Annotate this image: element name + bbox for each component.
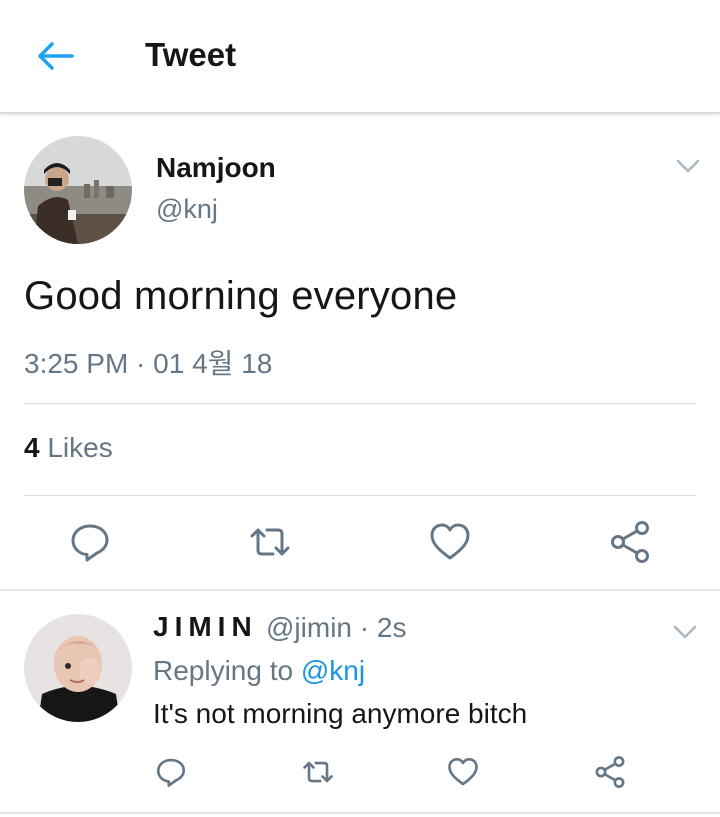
like-icon [430,523,470,560]
replying-to-label: Replying to [153,655,294,686]
reply-meta: @jimin · 2s [266,612,406,644]
likes-count[interactable]: 4 Likes [24,432,113,464]
tweet-text: Good morning everyone [24,274,458,318]
retweet-icon [303,761,333,783]
reply-retweet-button[interactable] [300,754,336,790]
like-button[interactable] [426,518,474,566]
reply-button[interactable] [66,518,114,566]
section-divider [0,589,720,591]
retweet-icon [250,528,290,556]
reply-author-name[interactable]: JIMIN [153,611,258,643]
reply-like-button[interactable] [445,754,481,790]
reply-author-handle[interactable]: @jimin [266,612,352,643]
likes-label: Likes [47,432,113,463]
author-avatar[interactable] [24,136,132,244]
reply-text: It's not morning anymore bitch [153,698,528,729]
chevron-down-icon[interactable] [671,622,699,642]
page-title: Tweet [145,36,237,73]
share-icon [595,756,625,788]
reply-time[interactable]: · 2s [360,612,407,643]
share-icon [611,521,649,563]
reply-author-avatar[interactable] [24,614,132,722]
divider [24,495,696,496]
author-handle[interactable]: @knj [156,194,218,225]
replying-to-mention[interactable]: @knj [301,655,365,686]
retweet-button[interactable] [246,518,294,566]
reply-share-button[interactable] [592,754,628,790]
replying-to: Replying to @knj [153,655,365,687]
likes-number: 4 [24,432,40,463]
top-app-bar [0,0,720,114]
tweet-timestamp[interactable]: 3:25 PM · 01 4월 18 [24,342,272,382]
share-button[interactable] [606,518,654,566]
arrow-left-icon [38,42,74,70]
section-divider [0,812,720,814]
chevron-down-icon[interactable] [674,156,702,176]
reply-icon [71,524,109,562]
reply-icon [156,758,186,787]
like-icon [448,757,478,786]
divider [24,403,696,404]
author-name[interactable]: Namjoon [156,152,276,184]
back-button[interactable] [34,36,78,76]
reply-reply-button[interactable] [153,754,189,790]
